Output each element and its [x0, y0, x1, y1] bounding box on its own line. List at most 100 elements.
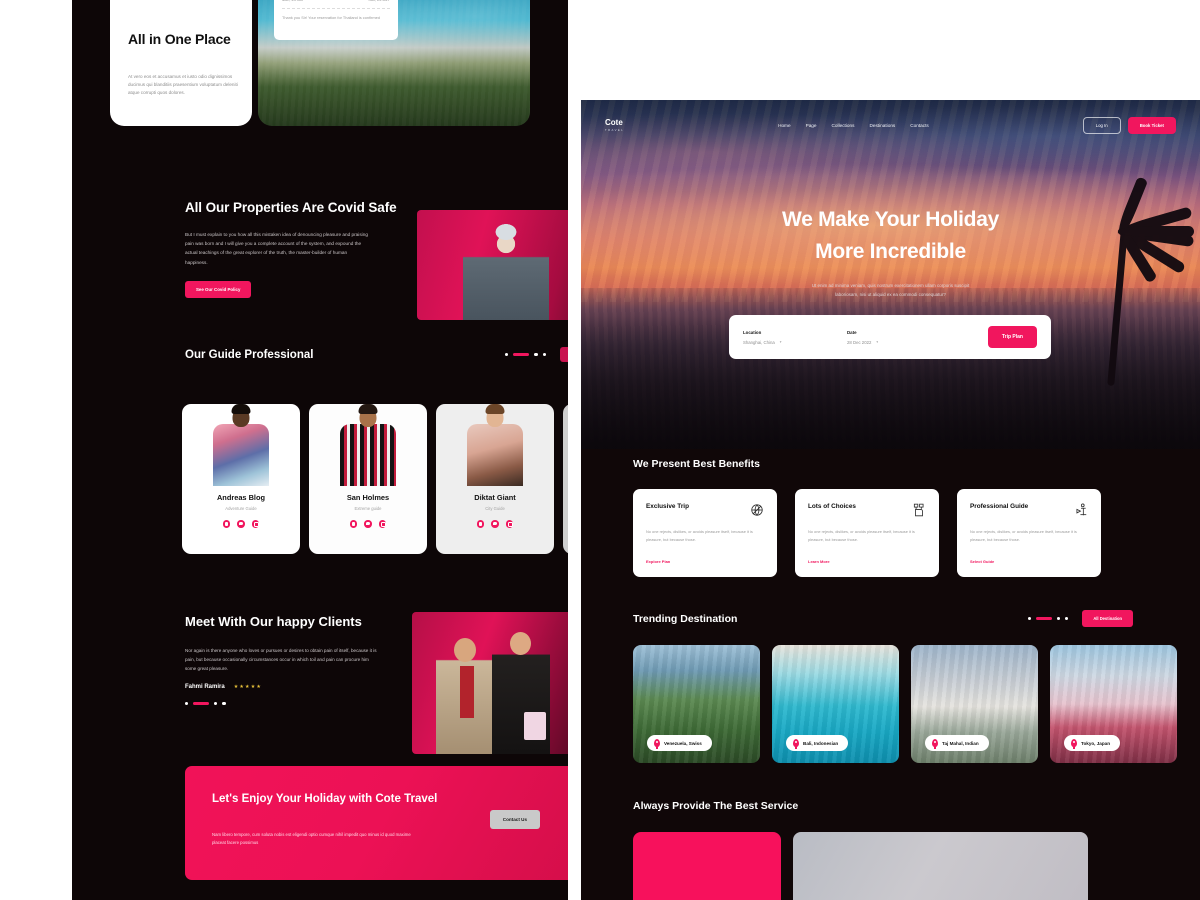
cta-title: Let's Enjoy Your Holiday with Cote Trave… — [212, 793, 438, 805]
cta-banner: Let's Enjoy Your Holiday with Cote Trave… — [185, 766, 568, 880]
benefit-link[interactable]: Learn More — [808, 559, 830, 564]
nav-links: Home Page Collections Destinations Conta… — [778, 123, 929, 128]
location-value-text: Shanghai, China — [743, 339, 775, 345]
nav-item-destinations[interactable]: Destinations — [869, 123, 895, 128]
all-in-one-body: At vero eos et accusamus et iusto odio d… — [128, 74, 238, 96]
testimonial-author: Fahmi Ramira — [185, 684, 225, 691]
hero-section: Cote TRAVEL Home Page Collections Destin… — [581, 100, 1200, 449]
date-value-text: 28 Dec 2022 — [847, 339, 872, 345]
benefit-card[interactable]: Exclusive Trip No one rejects, dislikes,… — [633, 489, 777, 577]
guide-card[interactable]: Diktat Giant City Guide — [436, 404, 554, 554]
chevron-down-icon[interactable]: ▾ — [876, 340, 878, 344]
guide-photo — [436, 404, 554, 486]
nav-item-page[interactable]: Page — [806, 123, 817, 128]
testimonial-body: Nor again is there anyone who loves or p… — [185, 647, 377, 671]
right-page-panel: Cote TRAVEL Home Page Collections Destin… — [581, 100, 1200, 900]
trending-carousel-dots[interactable] — [1027, 616, 1069, 621]
top-cards-row: ↗ All in One Place At vero eos et accusa… — [110, 0, 530, 126]
instagram-icon[interactable] — [378, 520, 387, 528]
ticket-stub: Return Mon, 24 Jun Departure Sun, 23 Jun… — [274, 0, 398, 40]
guide-flag-icon — [1074, 503, 1088, 517]
twitter-icon[interactable] — [491, 520, 499, 528]
covid-policy-button[interactable]: See Our Covid Policy — [185, 281, 252, 299]
brand-logo[interactable]: Cote TRAVEL — [605, 118, 624, 132]
twitter-icon[interactable] — [237, 520, 245, 528]
benefit-body: No one rejects, dislikes, or avoids plea… — [808, 529, 915, 542]
all-team-button[interactable]: All Team — [559, 347, 568, 362]
nav-item-home[interactable]: Home — [778, 123, 791, 128]
chevron-down-icon[interactable]: ▾ — [780, 340, 782, 344]
guide-card[interactable]: Wira Nagara Humble Guide — [563, 404, 568, 554]
destination-pill: Venezuela, Swiss — [647, 735, 712, 751]
guides-carousel-dots[interactable] — [505, 352, 546, 357]
nav-item-collections[interactable]: Collections — [832, 123, 855, 128]
guide-social-links[interactable] — [309, 520, 427, 528]
location-label: Location — [743, 329, 762, 335]
service-title: Always Provide The Best Service — [633, 800, 799, 812]
location-field[interactable]: Location Shanghai, China ▾ — [743, 330, 847, 345]
service-card-image[interactable] — [793, 832, 1088, 900]
date-field[interactable]: Date 28 Dec 2022 ▾ — [847, 330, 951, 345]
benefit-title: Professional Guide — [970, 503, 1029, 510]
cta-body: Nam libero tempore, cum soluta nobis est… — [212, 832, 411, 846]
hero-heading: We Make Your Holiday More Incredible — [581, 204, 1200, 267]
guide-name: Andreas Blog — [216, 493, 266, 502]
benefit-link[interactable]: Explore Plan — [646, 559, 670, 564]
location-pin-icon — [932, 739, 938, 747]
facebook-icon[interactable] — [349, 520, 358, 528]
benefit-card[interactable]: Professional Guide No one rejects, disli… — [957, 489, 1101, 577]
location-pin-icon — [654, 739, 660, 747]
hand-choices-icon — [912, 503, 926, 517]
guide-card[interactable]: San Holmes Extreme guide — [309, 404, 427, 554]
date-value[interactable]: 28 Dec 2022 ▾ — [847, 340, 951, 345]
left-page-panel: ↗ All in One Place At vero eos et accusa… — [72, 0, 568, 900]
nav-item-contacts[interactable]: Contacts — [910, 123, 929, 128]
instagram-icon[interactable] — [505, 520, 514, 528]
destination-card[interactable]: Bali, Indonesian — [772, 645, 899, 763]
instagram-icon[interactable] — [251, 520, 260, 528]
twitter-icon[interactable] — [364, 520, 372, 528]
benefit-card[interactable]: Lots of Choices No one rejects, dislikes… — [795, 489, 939, 577]
guide-social-links[interactable] — [182, 520, 300, 528]
facebook-icon[interactable] — [476, 520, 485, 528]
guide-name: Diktat Giant — [474, 493, 516, 502]
guide-name: San Holmes — [346, 493, 390, 502]
guide-role: City Guide — [485, 506, 505, 511]
login-button[interactable]: Log In — [1082, 116, 1121, 134]
all-in-one-card[interactable]: ↗ All in One Place At vero eos et accusa… — [110, 0, 252, 126]
all-destination-button[interactable]: All Destination — [1082, 610, 1133, 627]
guides-card-list: Andreas Blog Adventure Guide San Holmes … — [182, 404, 568, 554]
destination-card[interactable]: Venezuela, Swiss — [633, 645, 760, 763]
trip-plan-button[interactable]: Trip Plan — [987, 326, 1037, 348]
contact-us-button[interactable]: Contact Us — [489, 810, 540, 829]
facebook-icon[interactable] — [222, 520, 231, 528]
destination-card[interactable]: Taj Mahal, Indian — [911, 645, 1038, 763]
location-pin-icon — [1071, 739, 1077, 747]
guide-social-links[interactable] — [436, 520, 554, 528]
location-pin-icon — [793, 739, 799, 747]
guide-photo — [309, 404, 427, 486]
guide-photo — [563, 404, 568, 486]
destination-name: Venezuela, Swiss — [664, 740, 702, 746]
guide-role: Humble Guide — [563, 506, 568, 511]
ticket-divider — [282, 8, 390, 9]
ticket-return-value: Mon, 24 Jun — [282, 0, 303, 2]
guide-social-links[interactable] — [563, 520, 568, 528]
trip-search-bar: Location Shanghai, China ▾ Date 28 Dec 2… — [729, 315, 1051, 359]
hero-heading-line2: More Incredible — [815, 239, 966, 263]
destination-name: Bali, Indonesian — [803, 740, 839, 746]
guide-card[interactable]: Andreas Blog Adventure Guide — [182, 404, 300, 554]
benefit-link[interactable]: Select Guide — [970, 559, 994, 564]
date-label: Date — [847, 329, 857, 335]
kind-of-ticket-card[interactable]: Kind Of Ticket Return Mon, 24 Jun Depart… — [258, 0, 530, 126]
destination-card[interactable]: Tokyo, Japan — [1050, 645, 1177, 763]
location-value[interactable]: Shanghai, China ▾ — [743, 340, 847, 345]
hero-subtext-line1: Ut enim ad minima veniam, quis nostrum e… — [811, 283, 970, 288]
ticket-note: Thank you Sir! Your reservation for Thai… — [282, 15, 380, 20]
globe-slash-icon — [750, 503, 764, 517]
service-card-accent[interactable] — [633, 832, 781, 900]
guide-name: Wira Nagara — [563, 493, 568, 502]
destination-pill: Bali, Indonesian — [786, 735, 849, 751]
book-ticket-button[interactable]: Book Ticket — [1127, 116, 1176, 134]
benefit-title: Exclusive Trip — [646, 503, 689, 510]
